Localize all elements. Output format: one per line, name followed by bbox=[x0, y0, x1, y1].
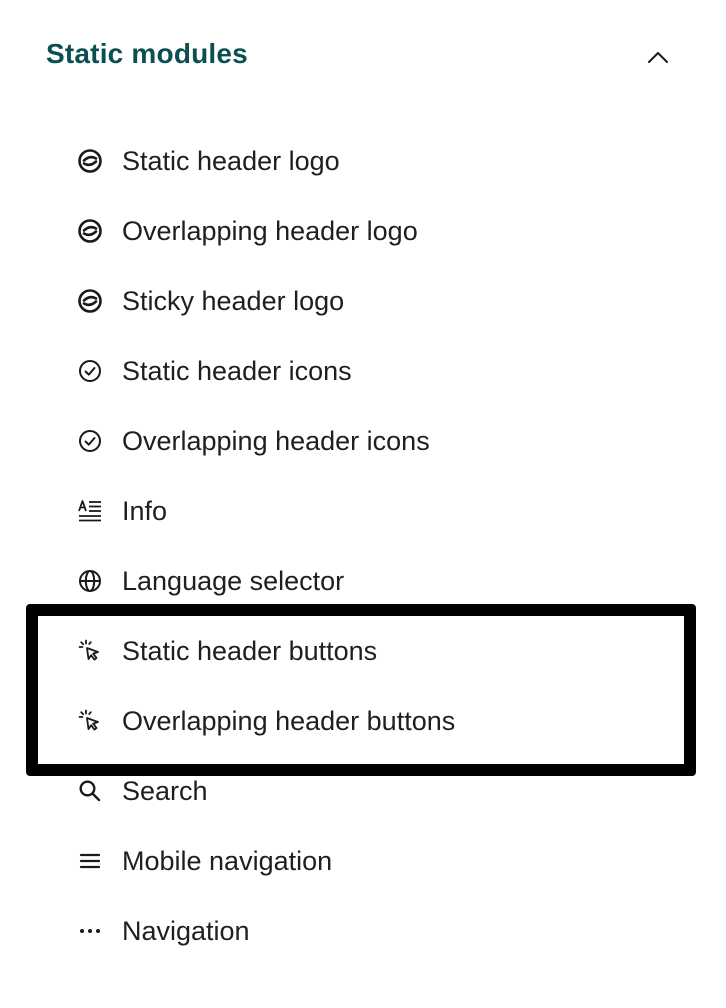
more-horizontal-icon bbox=[76, 917, 104, 945]
module-item-label: Language selector bbox=[122, 565, 345, 596]
module-item-static-header-buttons[interactable]: Static header buttons bbox=[64, 623, 684, 679]
check-circle-icon bbox=[76, 427, 104, 455]
module-item-language-selector[interactable]: Language selector bbox=[64, 553, 684, 609]
module-item-label: Mobile navigation bbox=[122, 845, 333, 876]
module-item-overlapping-header-icons[interactable]: Overlapping header icons bbox=[64, 413, 684, 469]
module-item-static-header-icons[interactable]: Static header icons bbox=[64, 343, 684, 399]
globe-icon bbox=[76, 567, 104, 595]
cursor-click-icon bbox=[76, 637, 104, 665]
module-item-label: Overlapping header logo bbox=[122, 215, 418, 246]
module-item-mobile-navigation[interactable]: Mobile navigation bbox=[64, 833, 684, 889]
chevron-up-icon[interactable] bbox=[645, 44, 671, 70]
module-item-label: Static header buttons bbox=[122, 635, 378, 666]
module-item-label: Static header logo bbox=[122, 145, 340, 176]
module-item-info[interactable]: Info bbox=[64, 483, 684, 539]
section-header-static-modules[interactable]: Static modules bbox=[0, 0, 726, 116]
text-format-icon bbox=[76, 497, 104, 525]
module-item-navigation[interactable]: Navigation bbox=[64, 903, 684, 959]
cursor-click-icon bbox=[76, 707, 104, 735]
module-item-label: Search bbox=[122, 775, 208, 806]
module-item-label: Sticky header logo bbox=[122, 285, 345, 316]
module-item-label: Static header icons bbox=[122, 355, 352, 386]
module-item-label: Overlapping header icons bbox=[122, 425, 430, 456]
search-icon bbox=[76, 777, 104, 805]
module-item-label: Navigation bbox=[122, 915, 250, 946]
logo-icon bbox=[76, 287, 104, 315]
module-item-overlapping-header-buttons[interactable]: Overlapping header buttons bbox=[64, 693, 684, 749]
module-item-label: Overlapping header buttons bbox=[122, 705, 456, 736]
menu-icon bbox=[76, 847, 104, 875]
module-item-label: Info bbox=[122, 495, 168, 526]
logo-icon bbox=[76, 147, 104, 175]
module-item-static-header-logo[interactable]: Static header logo bbox=[64, 133, 684, 189]
module-item-sticky-header-logo[interactable]: Sticky header logo bbox=[64, 273, 684, 329]
check-circle-icon bbox=[76, 357, 104, 385]
module-item-search[interactable]: Search bbox=[64, 763, 684, 819]
section-title: Static modules bbox=[46, 38, 248, 69]
module-item-overlapping-header-logo[interactable]: Overlapping header logo bbox=[64, 203, 684, 259]
logo-icon bbox=[76, 217, 104, 245]
